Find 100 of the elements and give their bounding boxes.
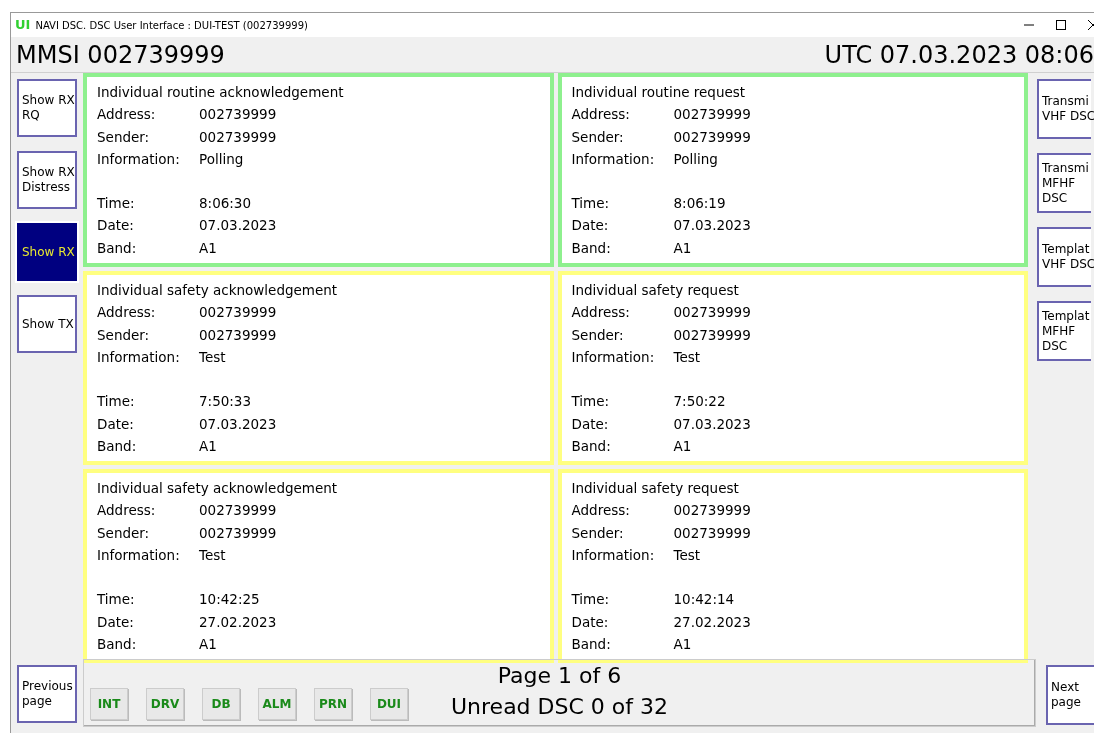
field-label: Time: [97,392,136,412]
field-value: A1 [673,436,692,456]
action-button[interactable]: Templat MFHF DSC [1037,301,1091,361]
field-value: 002739999 [673,127,751,147]
field-label: Date: [97,414,135,434]
field-value: 8:06:30 [199,194,252,214]
field-value: Test [673,546,701,566]
utc-clock: UTC 07.03.2023 08:06 [824,39,1094,71]
field-label: Information: [571,149,656,169]
field-value: Test [673,347,701,367]
field-label: Sender: [97,127,151,147]
field-value: 27.02.2023 [199,612,277,632]
field-label: Time: [571,590,611,610]
module-button[interactable]: INT [90,688,128,720]
field-label: Address: [571,501,631,521]
field-value: 002739999 [199,303,277,323]
message-title: Individual routine acknowledgement [97,83,345,102]
field-label: Information: [571,546,656,566]
page-indicator: Page 1 of 6 [497,662,622,690]
field-value: 07.03.2023 [199,414,277,434]
field-value: 002739999 [199,325,277,345]
field-label: Band: [97,238,138,258]
field-label: Band: [97,436,138,456]
field-value: 002739999 [673,501,751,521]
field-value: 7:50:33 [199,392,252,412]
field-value: Polling [199,149,244,169]
field-value: 10:42:14 [673,590,735,610]
field-label: Address: [97,303,157,323]
field-label: Address: [571,303,631,323]
field-label: Address: [97,501,157,521]
field-value: A1 [199,436,217,456]
field-value: 10:42:25 [199,590,260,610]
maximize-icon[interactable] [1056,20,1066,30]
field-value: 002739999 [199,523,277,543]
app-logo: UI [15,16,31,35]
field-label: Date: [571,414,610,434]
message-title: Individual safety acknowledgement [97,479,339,499]
message-title: Individual safety request [571,479,740,499]
module-button[interactable]: DRV [146,688,184,720]
previous-page-button[interactable]: Previous page [17,665,77,723]
field-value: 07.03.2023 [199,216,277,236]
message-title: Individual routine request [571,83,747,102]
field-value: Test [199,347,226,367]
next-page-button[interactable]: Next page [1046,665,1094,725]
field-label: Date: [97,216,135,236]
field-label: Band: [97,634,138,654]
field-label: Band: [571,436,612,456]
field-label: Address: [97,105,157,125]
module-button[interactable]: DUI [370,688,408,720]
field-label: Address: [571,105,631,125]
field-label: Information: [97,347,181,367]
field-value: 002739999 [673,105,751,125]
field-value: 002739999 [199,105,277,125]
field-value: 002739999 [673,523,751,543]
unread-counter: Unread DSC 0 of 32 [451,693,668,721]
field-value: A1 [673,634,692,654]
field-label: Band: [571,238,612,258]
field-label: Time: [571,392,611,412]
field-label: Band: [571,634,612,654]
field-label: Date: [97,612,135,632]
window-title: NAVI DSC. DSC User Interface : DUI-TEST (002739999) [35,18,308,33]
module-button[interactable]: DB [202,688,240,720]
view-button[interactable]: Show TX [17,295,77,353]
field-label: Sender: [571,523,625,543]
field-value: Test [199,546,226,566]
field-value: 8:06:19 [673,194,726,214]
field-value: 002739999 [673,303,751,323]
mmsi-label: MMSI 002739999 [16,39,225,71]
field-label: Time: [571,194,611,214]
field-label: Information: [97,546,181,566]
field-label: Date: [571,612,610,632]
field-value: 07.03.2023 [673,216,751,236]
field-value: 07.03.2023 [673,414,751,434]
field-label: Time: [97,194,136,214]
field-label: Sender: [97,523,151,543]
field-value: 002739999 [199,127,277,147]
field-value: A1 [673,238,692,258]
field-value: 002739999 [673,325,751,345]
field-label: Date: [571,216,610,236]
field-value: A1 [199,238,217,258]
field-label: Sender: [97,325,151,345]
field-label: Sender: [571,325,625,345]
view-button[interactable]: Show RX Distress [17,151,77,209]
field-label: Information: [97,149,181,169]
module-button[interactable]: ALM [258,688,296,720]
close-icon[interactable] [1088,20,1094,30]
view-button[interactable]: Show RX [17,223,77,281]
message-title: Individual safety acknowledgement [97,281,339,301]
action-button[interactable]: Transmi MFHF DSC [1037,153,1091,213]
message-title: Individual safety request [571,281,740,301]
view-button[interactable]: Show RX RQ [17,79,77,137]
module-button[interactable]: PRN [314,688,352,720]
field-label: Information: [571,347,656,367]
field-label: Time: [97,590,136,610]
field-value: A1 [199,634,217,654]
field-value: Polling [673,149,718,169]
field-value: 002739999 [199,501,277,521]
field-value: 27.02.2023 [673,612,751,632]
field-value: 7:50:22 [673,392,726,412]
field-label: Sender: [571,127,625,147]
